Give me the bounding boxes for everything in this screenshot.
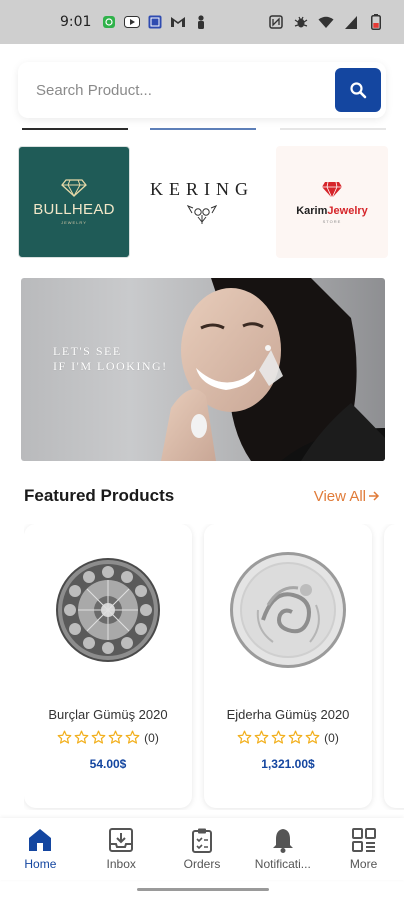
arrow-right-icon: [369, 491, 380, 501]
star-outline-icon: [57, 730, 72, 744]
search-button[interactable]: [335, 68, 381, 112]
diamond-icon: [61, 179, 87, 197]
brand-tab-indicator: [280, 128, 386, 130]
home-icon: [29, 829, 52, 851]
brand-carousel: BULLHEAD JEWELRY KERING KarimJewelry STO…: [18, 146, 404, 260]
star-outline-icon: [288, 730, 303, 744]
nav-more[interactable]: More: [323, 818, 404, 880]
nav-inbox[interactable]: Inbox: [81, 818, 162, 880]
nav-label: Orders: [183, 857, 221, 871]
nav-home[interactable]: Home: [0, 818, 81, 880]
featured-header: Featured Products View All: [24, 484, 380, 508]
banner-headline: LET'S SEE IF I'M LOOKING!: [53, 344, 168, 373]
gmail-icon: [170, 14, 186, 30]
product-price: 1,321.00$: [261, 757, 315, 771]
rating-count: (0): [144, 730, 159, 745]
youtube-icon: [124, 14, 141, 30]
brand-card-karim-jewelry[interactable]: KarimJewelry STORE: [276, 146, 388, 258]
star-outline-icon: [91, 730, 106, 744]
search-input[interactable]: [18, 62, 335, 118]
person-icon: [193, 14, 209, 30]
section-title: Featured Products: [24, 486, 175, 505]
star-outline-icon: [125, 730, 140, 744]
promo-banner[interactable]: LET'S SEE IF I'M LOOKING!: [21, 278, 385, 461]
system-icons: [268, 14, 384, 30]
product-card-partial[interactable]: [384, 524, 404, 808]
view-all-link[interactable]: View All: [314, 488, 380, 505]
product-card[interactable]: Burçlar Gümüş 2020 (0) 54.00$: [24, 524, 192, 808]
product-image: [24, 524, 192, 696]
nav-orders[interactable]: Orders: [162, 818, 243, 880]
star-outline-icon: [108, 730, 123, 744]
nav-label: Home: [24, 857, 57, 871]
rating-stars: (0): [204, 730, 372, 745]
product-card[interactable]: Ejderha Gümüş 2020 (0) 1,321.00$: [204, 524, 372, 808]
brand-tab-indicator: [22, 128, 128, 130]
inbox-icon: [109, 828, 134, 852]
diamond-icon: [322, 181, 342, 199]
product-image: [204, 524, 372, 696]
nav-label: Inbox: [106, 857, 136, 871]
star-outline-icon: [74, 730, 89, 744]
home-indicator[interactable]: [137, 888, 269, 891]
whatsapp-icon: [101, 14, 117, 30]
product-name: Burçlar Gümüş 2020: [48, 707, 168, 722]
brand-subtitle: JEWELRY: [61, 220, 87, 225]
star-outline-icon: [305, 730, 320, 744]
bell-icon: [272, 829, 293, 853]
brand-card-kering[interactable]: KERING: [146, 146, 258, 258]
featured-products-list: Burçlar Gümüş 2020 (0) 54.00$ Ejderha Gü…: [24, 524, 404, 810]
rating-count: (0): [324, 730, 339, 745]
status-bar: 9:01: [0, 0, 404, 44]
status-time: 9:01: [60, 14, 92, 30]
brand-tab-indicator: [150, 128, 256, 130]
rating-stars: (0): [24, 730, 192, 745]
bottom-navigation: Home Inbox Orders Notificati... More: [0, 818, 404, 880]
wifi-icon: [318, 14, 334, 30]
brand-tab-indicators: [0, 126, 404, 134]
brand-card-bullhead[interactable]: BULLHEAD JEWELRY: [18, 146, 130, 258]
search-bar: [18, 62, 386, 118]
notification-icons: [101, 14, 209, 30]
nfc-icon: [268, 14, 284, 30]
nav-label: Notificati...: [254, 857, 311, 871]
brand-name: KarimJewelry: [296, 204, 368, 217]
product-price: 54.00$: [89, 757, 127, 771]
star-outline-icon: [271, 730, 286, 744]
brand-name: BULLHEAD: [33, 201, 115, 218]
search-icon: [350, 82, 367, 99]
app-icon: [147, 14, 163, 30]
nav-label: More: [349, 857, 378, 871]
brand-subtitle: STORE: [322, 218, 342, 224]
product-name: Ejderha Gümüş 2020: [226, 707, 350, 722]
brand-name: KERING: [150, 178, 254, 199]
signal-icon: [343, 14, 359, 30]
grid-icon: [351, 828, 376, 852]
owl-logo-icon: [187, 204, 217, 224]
nav-notifications[interactable]: Notificati...: [242, 818, 323, 880]
clipboard-icon: [191, 828, 212, 853]
star-outline-icon: [254, 730, 269, 744]
bug-icon: [293, 14, 309, 30]
battery-icon: [368, 14, 384, 30]
star-outline-icon: [237, 730, 252, 744]
